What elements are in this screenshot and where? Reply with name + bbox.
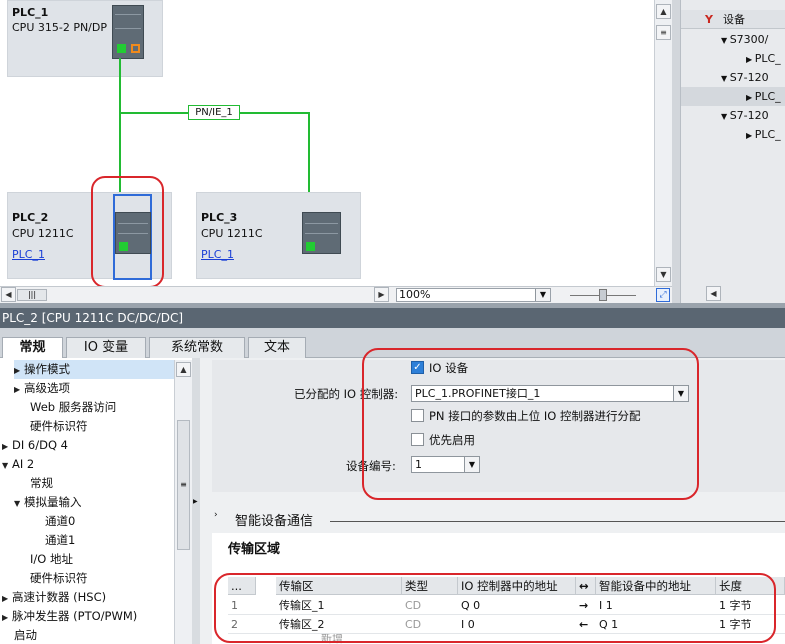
nav-item-operating-mode[interactable]: ▶ 操作模式 bbox=[14, 360, 174, 379]
zoom-select[interactable]: 100% ▼ bbox=[396, 288, 551, 302]
network-vscrollbar[interactable]: ▲ ≡ ▼ bbox=[654, 0, 672, 287]
section-title: 传输区域 bbox=[228, 542, 281, 557]
splitter[interactable] bbox=[672, 0, 680, 303]
tree-item[interactable]: ▶ PLC_ bbox=[681, 87, 785, 106]
device-name: PLC_1 bbox=[12, 6, 49, 19]
device-tree-header: Y 设备 bbox=[681, 10, 785, 29]
tree-item[interactable]: ▶ PLC_ bbox=[681, 125, 785, 144]
network-view[interactable]: PLC_1 CPU 315-2 PN/DP PN/IE_1 PLC_2 CPU … bbox=[0, 0, 672, 287]
zoom-value: 100% bbox=[399, 288, 431, 301]
device-type: CPU 1211C bbox=[12, 227, 74, 240]
nav-item-hw-id-2[interactable]: 硬件标识符 bbox=[30, 569, 88, 588]
tab-general[interactable]: 常规 bbox=[2, 337, 63, 359]
scroll-menu-icon[interactable]: ≡ bbox=[656, 25, 671, 40]
scroll-left-icon[interactable]: ◀ bbox=[706, 286, 721, 301]
device-link[interactable]: PLC_1 bbox=[201, 248, 234, 261]
scroll-thumb[interactable]: ≡ bbox=[177, 420, 190, 550]
nav-item-web-server[interactable]: Web 服务器访问 bbox=[30, 398, 116, 417]
nav-item-io-address[interactable]: I/O 地址 bbox=[30, 550, 73, 569]
hscroll-thumb[interactable]: ||| bbox=[17, 289, 47, 301]
device-type: CPU 1211C bbox=[201, 227, 263, 240]
nav-item-advanced[interactable]: ▶ 高级选项 bbox=[14, 379, 70, 398]
tab-texts[interactable]: 文本 bbox=[248, 337, 306, 358]
expand-icon: ▶ bbox=[193, 498, 198, 505]
nav-item-general[interactable]: 常规 bbox=[30, 474, 53, 493]
device-name: PLC_2 bbox=[12, 211, 49, 224]
nav-item-startup[interactable]: 启动 bbox=[14, 626, 37, 644]
device-link[interactable]: PLC_1 bbox=[12, 248, 45, 261]
nav-item-hsc[interactable]: ▶ 高速计数器 (HSC) bbox=[2, 588, 106, 607]
section-smart-device[interactable]: › 智能设备通信 bbox=[212, 508, 785, 529]
zoom-slider-thumb[interactable] bbox=[599, 289, 607, 301]
chevron-down-icon[interactable]: ▼ bbox=[535, 289, 550, 301]
device-plc-1[interactable]: PLC_1 CPU 315-2 PN/DP bbox=[7, 0, 163, 77]
divider bbox=[330, 521, 785, 522]
nav-item-ai2[interactable]: ▼ AI 2 bbox=[2, 455, 34, 474]
highlight-ring bbox=[91, 176, 164, 287]
scroll-left-icon[interactable]: ◀ bbox=[1, 287, 16, 302]
nav-item-pto-pwm[interactable]: ▶ 脉冲发生器 (PTO/PWM) bbox=[2, 607, 137, 626]
nav-vscrollbar[interactable]: ▲ ≡ bbox=[174, 360, 192, 644]
cpu-module-icon bbox=[112, 5, 144, 59]
subnet-label[interactable]: PN/IE_1 bbox=[188, 105, 240, 120]
highlight-ring bbox=[362, 348, 699, 500]
scroll-right-icon[interactable]: ▶ bbox=[374, 287, 389, 302]
fit-view-icon[interactable]: ⤢ bbox=[656, 288, 670, 302]
tree-item[interactable]: ▼ S7-120 bbox=[681, 68, 785, 87]
nav-tree: ▶ 操作模式 ▶ 高级选项 Web 服务器访问 硬件标识符 ▶ DI 6/DQ 4 ▼… bbox=[0, 358, 176, 644]
tree-item[interactable]: ▶ PLC_ bbox=[681, 49, 785, 68]
properties-title: PLC_2 [CPU 1211C DC/DC/DC] bbox=[0, 308, 785, 328]
nav-item-di-dq[interactable]: ▶ DI 6/DQ 4 bbox=[2, 436, 68, 455]
device-type: CPU 315-2 PN/DP bbox=[12, 21, 107, 34]
scroll-up-icon[interactable]: ▲ bbox=[176, 362, 191, 377]
nav-item-hw-id[interactable]: 硬件标识符 bbox=[30, 417, 88, 436]
tree-item[interactable]: ▼ S7-120 bbox=[681, 106, 785, 125]
tree-item[interactable]: ▼ S7300/ bbox=[681, 30, 785, 49]
device-plc-3[interactable]: PLC_3 CPU 1211C PLC_1 bbox=[196, 192, 361, 279]
filter-icon[interactable]: Y bbox=[705, 10, 723, 29]
nav-item-analog-input[interactable]: ▼ 模拟量输入 bbox=[14, 493, 82, 512]
tab-system-constants[interactable]: 系统常数 bbox=[149, 337, 245, 358]
highlight-ring bbox=[214, 573, 776, 643]
scroll-up-icon[interactable]: ▲ bbox=[656, 4, 671, 19]
cpu-module-icon bbox=[302, 212, 341, 254]
chevron-right-icon[interactable]: › bbox=[214, 510, 218, 520]
nav-item-channel0[interactable]: 通道0 bbox=[45, 512, 75, 531]
section-title: 智能设备通信 bbox=[235, 514, 314, 529]
scroll-down-icon[interactable]: ▼ bbox=[656, 267, 671, 282]
splitter[interactable]: ▶ bbox=[192, 358, 200, 644]
nav-item-channel1[interactable]: 通道1 bbox=[45, 531, 75, 550]
tab-io-tags[interactable]: IO 变量 bbox=[66, 337, 146, 358]
device-tree-panel: Y 设备 ▼ S7300/ ▶ PLC_ ▼ S7-120 ▶ PLC_ ▼ S7… bbox=[680, 0, 785, 303]
device-name: PLC_3 bbox=[201, 211, 238, 224]
